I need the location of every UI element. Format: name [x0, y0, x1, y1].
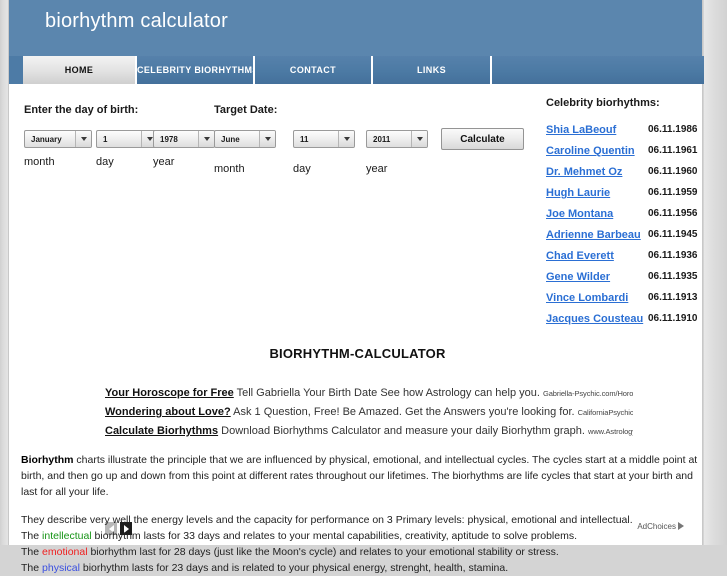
birth-year-value: 1978 — [160, 134, 178, 144]
target-date-label: Target Date: — [214, 104, 278, 116]
birth-day-value: 1 — [103, 134, 108, 144]
target-month-select[interactable]: June — [214, 130, 276, 148]
target-month-value: June — [221, 134, 240, 144]
chevron-down-icon — [411, 131, 427, 147]
ad-item: Your Horoscope for Free Tell Gabriella Y… — [105, 387, 633, 403]
keyword-physical: physical — [42, 562, 80, 574]
celebrity-link[interactable]: Gene Wilder — [546, 271, 610, 283]
ad-item: Calculate Biorhythms Download Biorhythms… — [105, 425, 633, 441]
celebrity-date: 06.11.1986 — [648, 124, 698, 135]
right-page-margin — [704, 0, 727, 545]
chevron-down-icon — [338, 131, 354, 147]
target-year-unit: year — [366, 163, 388, 175]
ad-headline-link[interactable]: Wondering about Love? — [105, 406, 231, 418]
article-body: Biorhythm charts illustrate the principl… — [21, 452, 699, 576]
birth-year-unit: year — [153, 156, 175, 168]
ad-url[interactable]: CaliforniaPsychics.c.. — [578, 408, 633, 417]
target-day-value: 11 — [300, 134, 309, 144]
chevron-down-icon — [198, 131, 214, 147]
celebrity-link[interactable]: Vince Lombardi — [546, 292, 628, 304]
birth-month-unit: month — [24, 156, 55, 168]
ad-headline-link[interactable]: Calculate Biorhythms — [105, 425, 218, 437]
tab-links[interactable]: LINKS — [373, 56, 492, 84]
keyword-intellectual: intellectual — [42, 530, 92, 542]
ad-url[interactable]: www.Astrology.com — [588, 427, 633, 436]
celebrity-link[interactable]: Joe Montana — [546, 208, 613, 220]
birth-day-select[interactable]: 1 — [96, 130, 158, 148]
target-month-unit: month — [214, 163, 245, 175]
list-item: Dr. Mehmet Oz 06.11.1960 — [546, 166, 706, 180]
list-item: Vince Lombardi 06.11.1913 — [546, 292, 706, 306]
advertisement-block: Your Horoscope for Free Tell Gabriella Y… — [105, 387, 633, 447]
line-primary-levels: They describe very well the energy level… — [21, 514, 633, 526]
site-title: biorhythm calculator — [45, 10, 228, 32]
list-item: Caroline Quentin 06.11.1961 — [546, 145, 706, 159]
celebrity-link[interactable]: Shia LaBeouf — [546, 124, 616, 136]
list-item: Hugh Laurie 06.11.1959 — [546, 187, 706, 201]
celebrity-date: 06.11.1959 — [648, 187, 698, 198]
celebrity-date: 06.11.1960 — [648, 166, 698, 177]
intro-lead-word: Biorhythm — [21, 454, 74, 466]
left-page-margin — [0, 0, 8, 545]
list-item: Gene Wilder 06.11.1935 — [546, 271, 706, 285]
birth-day-unit: day — [96, 156, 114, 168]
birth-year-select[interactable]: 1978 — [153, 130, 215, 148]
list-item: Joe Montana 06.11.1956 — [546, 208, 706, 222]
celebrity-link[interactable]: Caroline Quentin — [546, 145, 635, 157]
line-emotional: The emotional biorhythm last for 28 days… — [21, 546, 559, 558]
target-year-value: 2011 — [373, 134, 391, 144]
list-item: Jacques Cousteau 06.11.1910 — [546, 313, 706, 327]
tab-celebrity-biorhythms[interactable]: CELEBRITY BIORHYTHMS — [137, 56, 255, 84]
page-container: biorhythm calculator HOME CELEBRITY BIOR… — [8, 0, 704, 574]
list-item: Adrienne Barbeau 06.11.1945 — [546, 229, 706, 243]
calculate-button[interactable]: Calculate — [441, 128, 524, 150]
intro-text: charts illustrate the principle that we … — [21, 454, 698, 498]
line-physical: The physical biorhythm lasts for 23 days… — [21, 562, 509, 574]
tab-contact[interactable]: CONTACT — [255, 56, 373, 84]
list-item: Chad Everett 06.11.1936 — [546, 250, 706, 264]
site-header: biorhythm calculator — [9, 0, 702, 56]
birth-month-select[interactable]: January — [24, 130, 92, 148]
ad-item: Wondering about Love? Ask 1 Question, Fr… — [105, 406, 633, 422]
chevron-down-icon — [75, 131, 91, 147]
ad-url[interactable]: Gabriella-Psychic.com/Horosc... — [543, 389, 633, 398]
ad-headline-link[interactable]: Your Horoscope for Free — [105, 387, 234, 399]
celebrity-date: 06.11.1961 — [648, 145, 698, 156]
celebrity-link[interactable]: Chad Everett — [546, 250, 614, 262]
celebrity-link[interactable]: Jacques Cousteau — [546, 313, 643, 325]
ad-description: Download Biorhythms Calculator and measu… — [221, 425, 585, 437]
celebrity-link[interactable]: Hugh Laurie — [546, 187, 610, 199]
birth-month-value: January — [31, 134, 62, 144]
celebrity-panel-title: Celebrity biorhythms: — [546, 97, 660, 109]
celebrity-link[interactable]: Adrienne Barbeau — [546, 229, 641, 241]
celebrity-date: 06.11.1913 — [648, 292, 698, 303]
birth-date-label: Enter the day of birth: — [24, 104, 139, 116]
target-day-unit: day — [293, 163, 311, 175]
target-day-select[interactable]: 11 — [293, 130, 355, 148]
description-lines: They describe very well the energy level… — [21, 512, 699, 576]
celebrity-date: 06.11.1910 — [648, 313, 698, 324]
target-year-select[interactable]: 2011 — [366, 130, 428, 148]
intro-paragraph: Biorhythm charts illustrate the principl… — [21, 452, 699, 500]
page-title: BIORHYTHM-CALCULATOR — [269, 346, 446, 361]
celebrity-date: 06.11.1956 — [648, 208, 698, 219]
tab-empty — [492, 56, 704, 84]
line-intellectual: The intellectual biorhythm lasts for 33 … — [21, 530, 578, 542]
celebrity-link[interactable]: Dr. Mehmet Oz — [546, 166, 622, 178]
ad-description: Ask 1 Question, Free! Be Amazed. Get the… — [233, 406, 575, 418]
chevron-down-icon — [259, 131, 275, 147]
ad-description: Tell Gabriella Your Birth Date See how A… — [236, 387, 540, 399]
list-item: Shia LaBeouf 06.11.1986 — [546, 124, 706, 138]
page-content: Enter the day of birth: Target Date: Jan… — [9, 84, 702, 574]
celebrity-date: 06.11.1945 — [648, 229, 698, 240]
celebrity-date: 06.11.1936 — [648, 250, 698, 261]
celebrity-date: 06.11.1935 — [648, 271, 698, 282]
main-navigation-tabs: HOME CELEBRITY BIORHYTHMS CONTACT LINKS — [9, 56, 704, 84]
keyword-emotional: emotional — [42, 546, 88, 558]
tab-home[interactable]: HOME — [23, 56, 137, 84]
